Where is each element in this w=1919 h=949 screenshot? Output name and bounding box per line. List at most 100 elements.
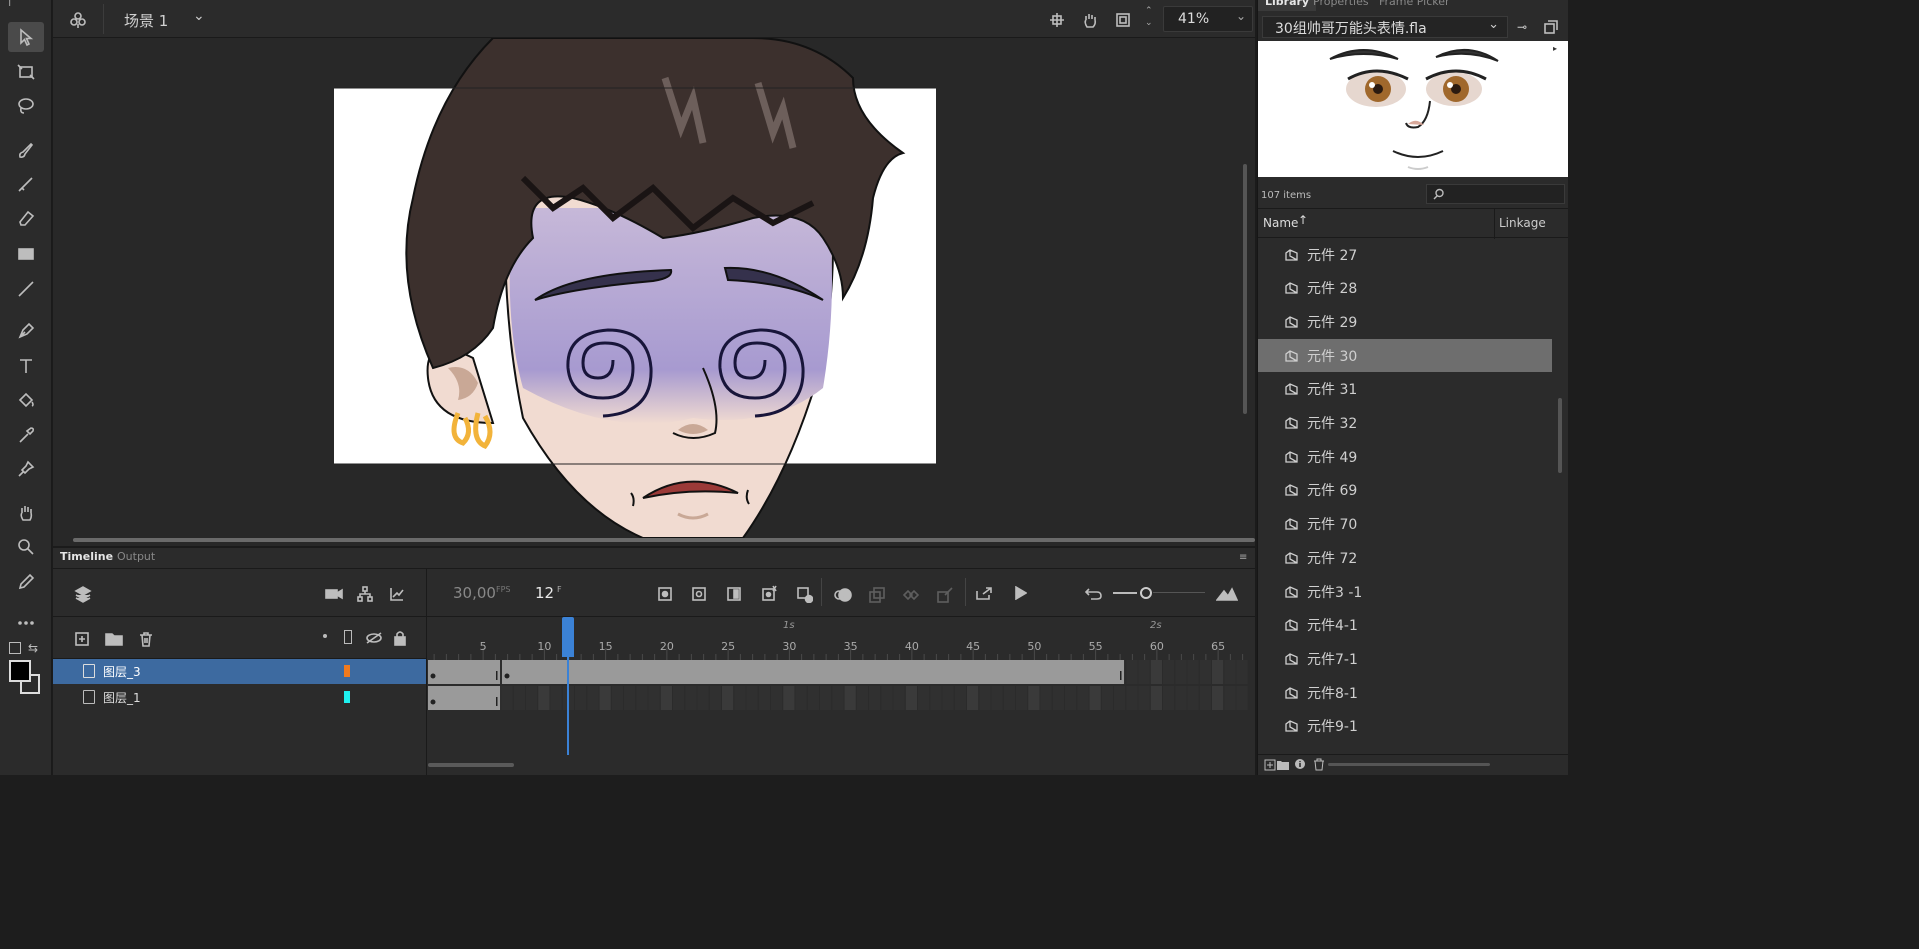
- free-transform-tool-icon[interactable]: [8, 57, 44, 87]
- library-search-input[interactable]: [1426, 184, 1565, 204]
- export-icon[interactable]: [973, 582, 995, 604]
- sort-ascending-icon[interactable]: ↑: [1298, 213, 1308, 227]
- frame-cell[interactable]: [550, 686, 562, 710]
- frame-cell[interactable]: [844, 686, 856, 710]
- frame-cell[interactable]: [930, 686, 942, 710]
- preview-play-icon[interactable]: ▸: [1553, 44, 1557, 53]
- fps-value[interactable]: 30,00: [453, 584, 496, 602]
- zoom-slider-track-right[interactable]: [1153, 592, 1205, 593]
- playhead-handle[interactable]: [562, 617, 574, 657]
- frame-cell[interactable]: [1065, 686, 1077, 710]
- insert-keyframe-icon[interactable]: [655, 584, 675, 604]
- insert-blank-keyframe-icon[interactable]: [689, 584, 709, 604]
- tween-icon[interactable]: [900, 584, 922, 606]
- frame-cell[interactable]: [1212, 686, 1224, 710]
- frame-cell[interactable]: [575, 686, 587, 710]
- layer-color-swatch[interactable]: [344, 691, 350, 703]
- frame-cell[interactable]: [1150, 660, 1162, 684]
- frame-cell[interactable]: [1077, 686, 1089, 710]
- hand-rotate-icon[interactable]: [1080, 10, 1100, 30]
- insert-frame-icon[interactable]: [724, 584, 744, 604]
- frame-cell[interactable]: [1199, 686, 1211, 710]
- rectangle-tool-icon[interactable]: [8, 239, 44, 269]
- layers-icon[interactable]: [71, 582, 95, 606]
- timeline-scrollbar[interactable]: [428, 763, 514, 767]
- outline-icon[interactable]: [344, 630, 352, 644]
- onion-skin-icon[interactable]: [832, 584, 854, 606]
- camera-icon[interactable]: [322, 582, 346, 606]
- highlight-dot-icon[interactable]: [323, 634, 327, 638]
- tab-output[interactable]: Output: [110, 548, 162, 566]
- frame-cell[interactable]: [1212, 660, 1224, 684]
- default-colors-icon[interactable]: [9, 642, 21, 654]
- eraser-tool-icon[interactable]: [8, 203, 44, 233]
- new-folder-icon[interactable]: [103, 628, 125, 650]
- frame-cell[interactable]: [599, 686, 611, 710]
- library-item[interactable]: 元件 27: [1258, 238, 1552, 271]
- frame-cell[interactable]: [758, 686, 770, 710]
- layer-row-2[interactable]: 图层_1: [53, 685, 426, 710]
- frame-cell[interactable]: [807, 686, 819, 710]
- frame-cell[interactable]: [1016, 686, 1028, 710]
- library-item[interactable]: 元件10-1: [1258, 744, 1552, 754]
- new-layer-icon[interactable]: [71, 628, 93, 650]
- keyframe-dot[interactable]: [504, 673, 510, 679]
- frame-cell[interactable]: [918, 686, 930, 710]
- new-symbol-icon[interactable]: [1264, 759, 1276, 771]
- frame-cell[interactable]: [587, 686, 599, 710]
- library-item[interactable]: 元件 31: [1258, 373, 1552, 406]
- horizontal-scrollbar[interactable]: [73, 538, 1255, 542]
- library-horizontal-scrollbar[interactable]: [1328, 763, 1490, 766]
- panel-menu-icon[interactable]: ≡: [1239, 552, 1247, 563]
- library-item[interactable]: 元件 70: [1258, 508, 1552, 541]
- tab-frame-picker[interactable]: Frame Picker: [1372, 0, 1457, 11]
- library-item[interactable]: 元件3 -1: [1258, 575, 1552, 608]
- frame-cell[interactable]: [1224, 660, 1236, 684]
- library-item[interactable]: 元件8-1: [1258, 676, 1552, 709]
- keyframe-dot[interactable]: [430, 699, 436, 705]
- keyframe-span[interactable]: [428, 660, 500, 684]
- keyframe-dot[interactable]: [430, 673, 436, 679]
- frame-cell[interactable]: [893, 686, 905, 710]
- clip-stage-icon[interactable]: [1113, 10, 1133, 30]
- frame-cell[interactable]: [1187, 686, 1199, 710]
- frame-cell[interactable]: [526, 686, 538, 710]
- frame-cell[interactable]: [832, 686, 844, 710]
- frame-cell[interactable]: [1040, 686, 1052, 710]
- frame-cell[interactable]: [1003, 686, 1015, 710]
- auto-keyframe-icon[interactable]: [759, 582, 781, 604]
- zoom-tool-icon[interactable]: [8, 532, 44, 562]
- column-linkage[interactable]: Linkage: [1499, 216, 1546, 230]
- frame-cell[interactable]: [1138, 686, 1150, 710]
- chevron-down-icon[interactable]: ⌄: [1488, 17, 1499, 32]
- mountains-icon[interactable]: [1215, 584, 1239, 604]
- zoom-dropdown-icon[interactable]: ⌄: [1236, 9, 1246, 23]
- frame-cell[interactable]: [967, 686, 979, 710]
- lock-icon[interactable]: [390, 628, 410, 648]
- hide-icon[interactable]: [363, 628, 385, 648]
- frame-cell[interactable]: [1150, 686, 1162, 710]
- frame-cell[interactable]: [660, 686, 672, 710]
- frame-cell[interactable]: [611, 686, 623, 710]
- frame-cell[interactable]: [513, 686, 525, 710]
- frame-cell[interactable]: [1236, 660, 1248, 684]
- parenting-icon[interactable]: [353, 582, 377, 606]
- frame-cell[interactable]: [746, 686, 758, 710]
- frame-cell[interactable]: [648, 686, 660, 710]
- frame-cell[interactable]: [881, 686, 893, 710]
- frame-cell[interactable]: [636, 686, 648, 710]
- character-artwork[interactable]: [53, 38, 1255, 546]
- frame-cell[interactable]: [856, 686, 868, 710]
- frame-cell[interactable]: [1028, 686, 1040, 710]
- brush-tool-icon[interactable]: [8, 169, 44, 199]
- frame-cell[interactable]: [1199, 660, 1211, 684]
- pen-tool-icon[interactable]: [8, 316, 44, 346]
- paint-bucket-tool-icon[interactable]: [8, 385, 44, 415]
- frame-cell[interactable]: [1052, 686, 1064, 710]
- frame-cell[interactable]: [869, 686, 881, 710]
- keyframe-span[interactable]: [502, 660, 1124, 684]
- frame-cell[interactable]: [1101, 686, 1113, 710]
- frame-cell[interactable]: [795, 686, 807, 710]
- scene-icon[interactable]: [67, 9, 89, 31]
- frame-cell[interactable]: [820, 686, 832, 710]
